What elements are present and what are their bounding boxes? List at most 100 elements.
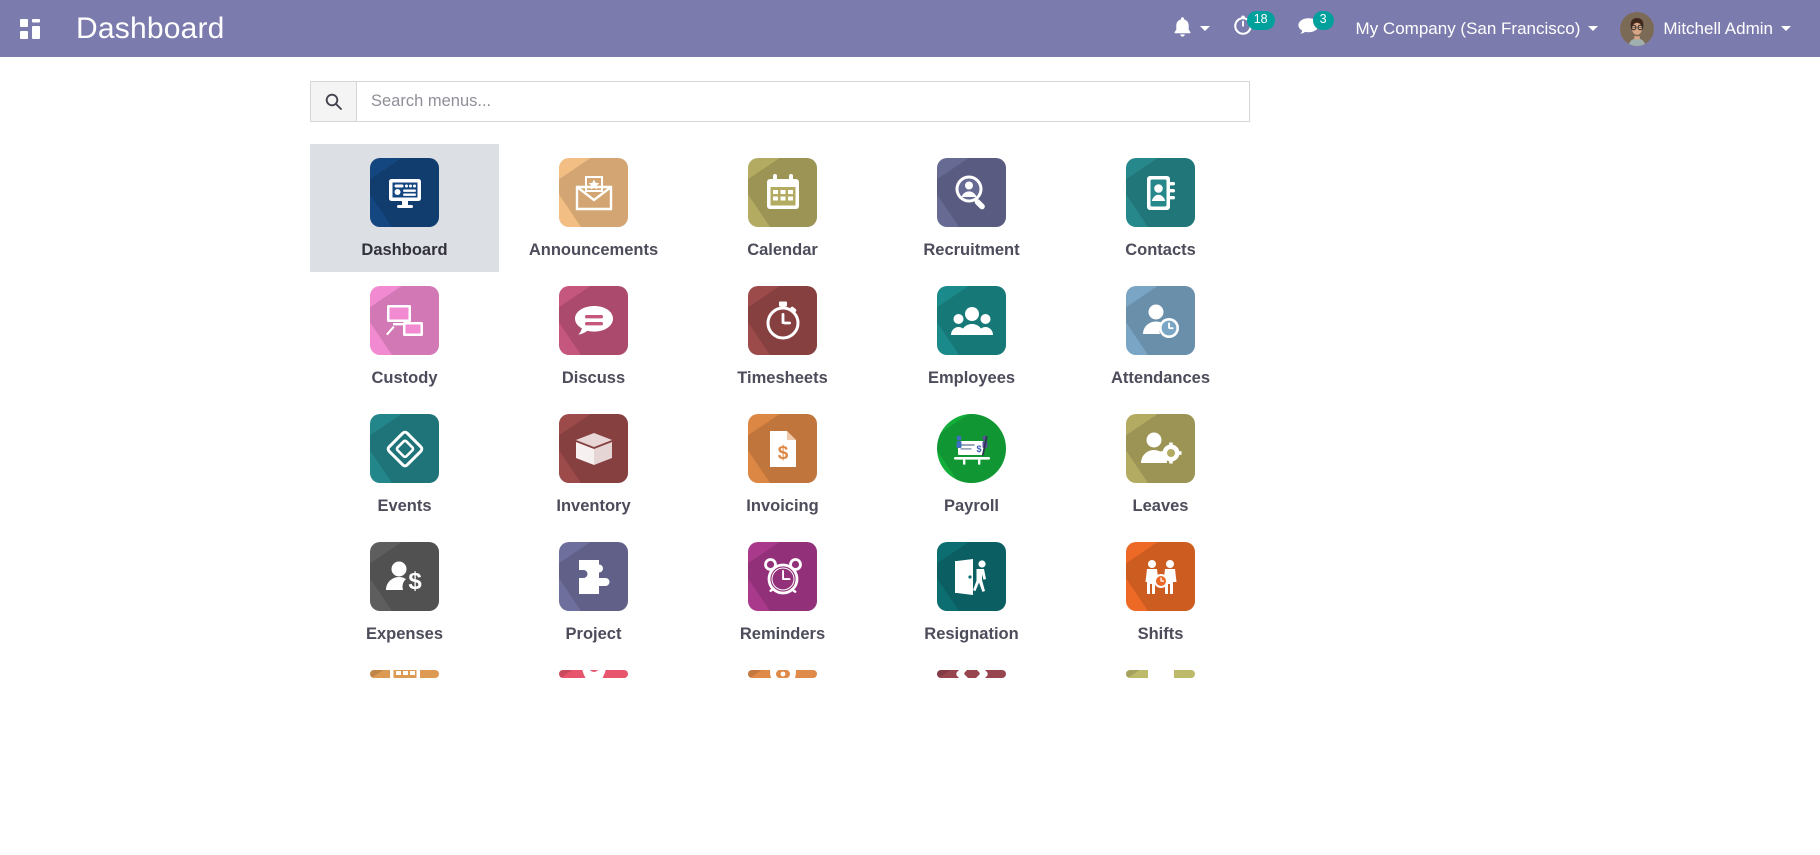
app-tile-label: Inventory	[556, 497, 631, 515]
activities-menu[interactable]	[1162, 0, 1221, 57]
app-tile-label: Custody	[371, 369, 438, 387]
app-tile-expenses[interactable]: $ Expenses	[310, 528, 499, 656]
user-menu[interactable]: Mitchell Admin	[1609, 0, 1802, 57]
person-dollar-icon: $	[370, 542, 439, 611]
app-tile-discuss[interactable]: Discuss	[499, 272, 688, 400]
app-tile-label: Employees	[927, 369, 1016, 387]
app-tile-employees[interactable]: Employees	[877, 272, 1066, 400]
app-tile-payroll[interactable]: $ Payroll	[877, 400, 1066, 528]
app-tile-label: Contacts	[1125, 241, 1196, 259]
app-tile-label: Reminders	[739, 625, 826, 643]
app-tile-label: Discuss	[561, 369, 626, 387]
app-tile-label: Attendances	[1110, 369, 1211, 387]
magnifier-person-icon	[937, 158, 1006, 227]
app-tile-maroon-app[interactable]	[877, 656, 1066, 690]
svg-text:$: $	[777, 443, 788, 464]
calendar-icon	[748, 158, 817, 227]
app-tile-orange-app[interactable]	[688, 656, 877, 690]
navbar-right-group: 18 3 My Company (San Francisco) Mitchell…	[1162, 0, 1802, 57]
app-tile-label: Shifts	[1137, 625, 1184, 643]
timer-count-badge: 18	[1246, 11, 1275, 30]
app-tile-label: Events	[377, 497, 432, 515]
chevron-down-icon	[1588, 26, 1599, 31]
avatar	[1620, 11, 1655, 46]
olive-app-icon	[1126, 670, 1195, 678]
app-tile-dashboard[interactable]: Dashboard	[310, 144, 499, 272]
apps-row: Dashboard Announcements Calendar Recruit…	[310, 144, 1370, 272]
timer-menu[interactable]: 18	[1221, 0, 1286, 57]
puzzle-piece-icon	[559, 542, 628, 611]
stopwatch-icon	[748, 286, 817, 355]
app-tile-reminders[interactable]: Reminders	[688, 528, 877, 656]
app-tile-leaves[interactable]: Leaves	[1066, 400, 1255, 528]
search-input[interactable]	[357, 82, 1249, 121]
app-tile-calendar[interactable]: Calendar	[688, 144, 877, 272]
monitor-dashboard-icon	[370, 158, 439, 227]
svg-text:$: $	[408, 568, 422, 595]
app-tile-label: Dashboard	[361, 241, 448, 259]
page-title: Dashboard	[76, 11, 225, 45]
people-group-icon	[937, 286, 1006, 355]
person-gear-icon	[1126, 414, 1195, 483]
app-tile-shifts[interactable]: Shifts	[1066, 528, 1255, 656]
app-tile-contacts[interactable]: Contacts	[1066, 144, 1255, 272]
app-tile-label: Announcements	[528, 241, 659, 259]
speech-bubble-icon	[559, 286, 628, 355]
address-book-icon	[1126, 158, 1195, 227]
app-tile-olive-app[interactable]	[1066, 656, 1255, 690]
app-tile-label: Payroll	[943, 497, 1000, 515]
app-tile-custody[interactable]: Custody	[310, 272, 499, 400]
apps-row: Custody Discuss Timesheets Employees Att…	[310, 272, 1370, 400]
calendar-orange-icon	[370, 670, 439, 678]
door-exit-icon	[937, 542, 1006, 611]
app-tile-resignation[interactable]: Resignation	[877, 528, 1066, 656]
app-tile-label: Leaves	[1132, 497, 1189, 515]
app-tile-label: Expenses	[365, 625, 444, 643]
app-tile-pin-pink[interactable]	[499, 656, 688, 690]
diamond-icon	[370, 414, 439, 483]
box-icon	[559, 414, 628, 483]
pin-pink-icon	[559, 670, 628, 678]
app-tile-invoicing[interactable]: $ Invoicing	[688, 400, 877, 528]
menu-search-box[interactable]	[310, 81, 1250, 122]
app-tile-calendar-orange[interactable]	[310, 656, 499, 690]
search-row	[0, 57, 1820, 122]
app-tile-label: Calendar	[747, 241, 818, 259]
orange-app-icon	[748, 670, 817, 678]
apps-grid: Dashboard Announcements Calendar Recruit…	[310, 122, 1370, 690]
app-tile-project[interactable]: Project	[499, 528, 688, 656]
app-tile-announcements[interactable]: Announcements	[499, 144, 688, 272]
svg-text:$: $	[976, 444, 981, 454]
envelope-star-icon	[559, 158, 628, 227]
app-tile-label: Recruitment	[923, 241, 1020, 259]
app-tile-attendances[interactable]: Attendances	[1066, 272, 1255, 400]
app-tile-label: Timesheets	[737, 369, 828, 387]
invoice-doc-icon: $	[748, 414, 817, 483]
app-tile-timesheets[interactable]: Timesheets	[688, 272, 877, 400]
app-tile-recruitment[interactable]: Recruitment	[877, 144, 1066, 272]
two-people-icon	[1126, 542, 1195, 611]
paycheck-icon: $	[937, 414, 1006, 483]
bell-icon	[1173, 16, 1192, 42]
app-tile-label: Resignation	[924, 625, 1019, 643]
apps-grid-icon[interactable]	[10, 9, 50, 49]
app-tile-label: Invoicing	[746, 497, 819, 515]
company-name-label: My Company (San Francisco)	[1355, 18, 1581, 38]
app-tile-inventory[interactable]: Inventory	[499, 400, 688, 528]
app-tile-label: Project	[565, 625, 622, 643]
user-name-label: Mitchell Admin	[1663, 18, 1773, 38]
maroon-app-icon	[937, 670, 1006, 678]
top-navbar: Dashboard 18 3 My Company (San Francisco…	[0, 0, 1820, 57]
messages-menu[interactable]: 3	[1286, 0, 1345, 57]
alarm-clock-icon	[748, 542, 817, 611]
company-switcher[interactable]: My Company (San Francisco)	[1345, 0, 1610, 57]
person-clock-icon	[1126, 286, 1195, 355]
apps-row: Events Inventory $ Invoicing $ Payroll L…	[310, 400, 1370, 528]
apps-row	[310, 656, 1370, 690]
chevron-down-icon	[1199, 26, 1210, 31]
app-tile-events[interactable]: Events	[310, 400, 499, 528]
messages-count-badge: 3	[1312, 11, 1334, 30]
devices-icon	[370, 286, 439, 355]
search-icon	[311, 82, 357, 121]
main-content: Dashboard Announcements Calendar	[0, 57, 1820, 690]
